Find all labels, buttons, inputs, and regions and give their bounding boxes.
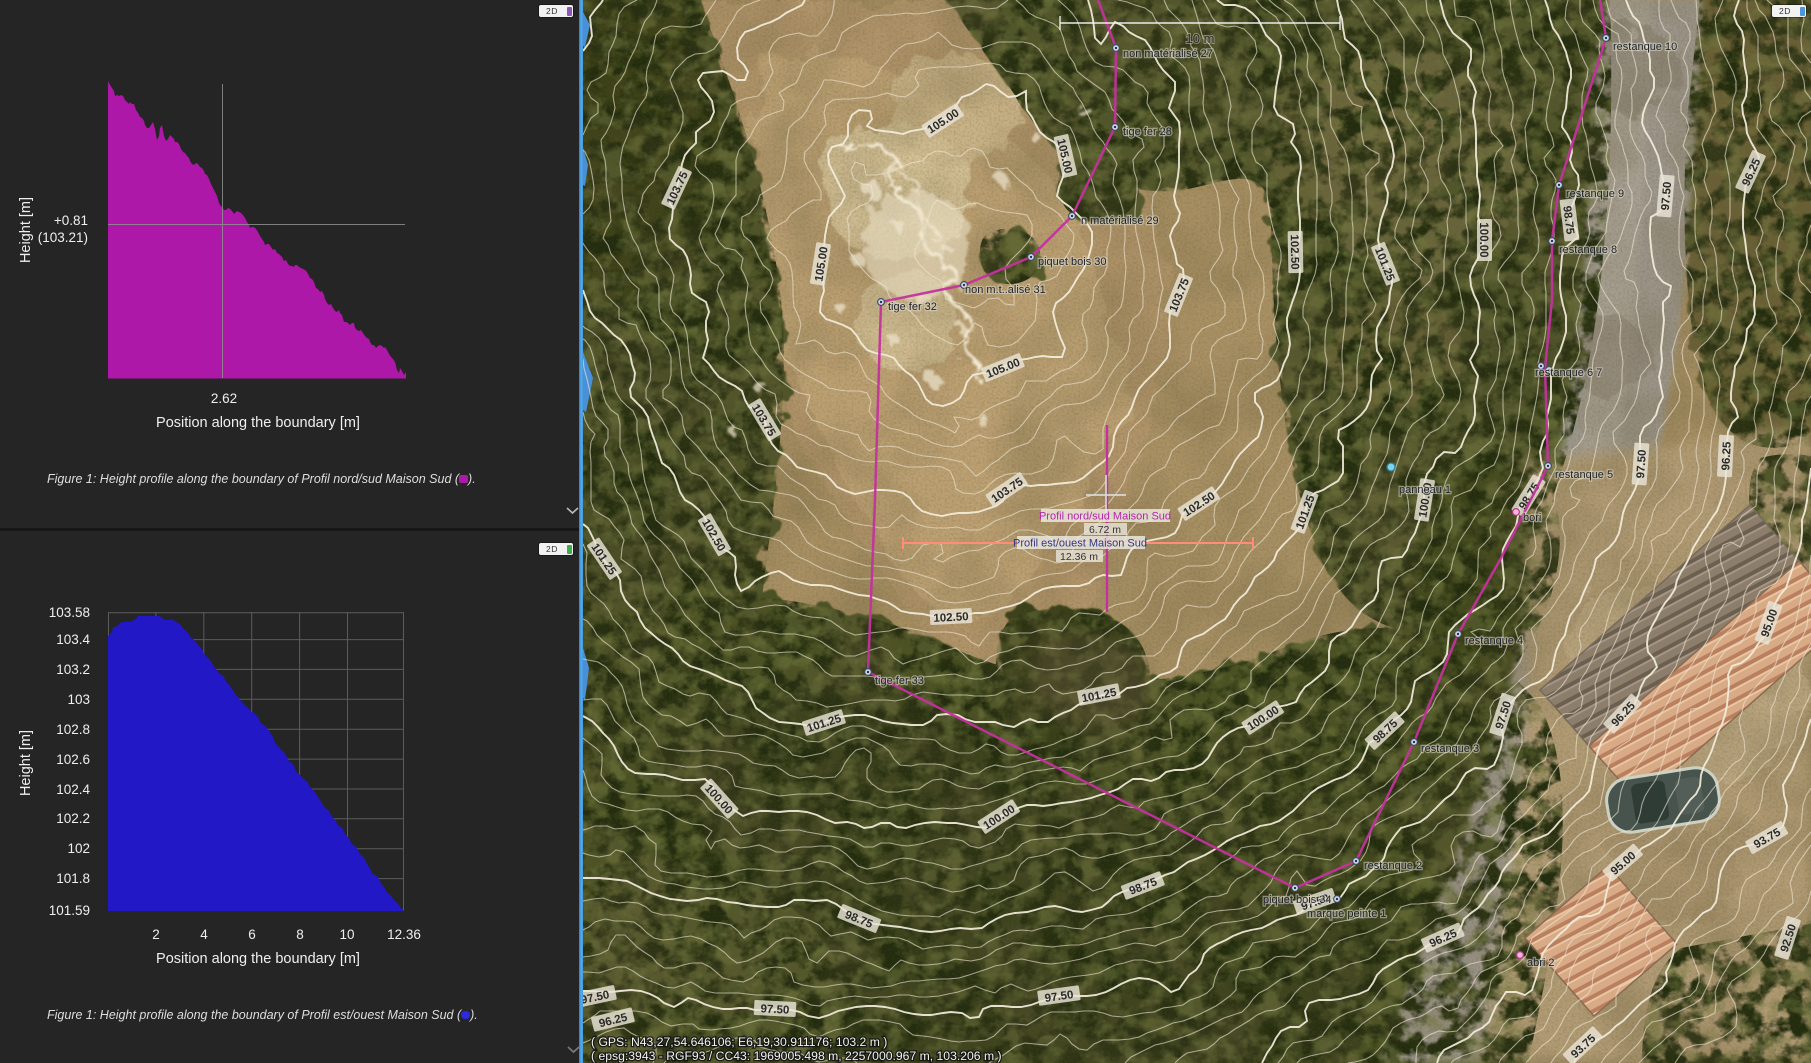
svg-text:piquet bois 34: piquet bois 34 <box>1263 894 1332 906</box>
svg-text:102.50: 102.50 <box>933 611 969 625</box>
svg-text:tige fer 33: tige fer 33 <box>875 675 924 687</box>
svg-text:( GPS: N43,27,54.646106; E6,19: ( GPS: N43,27,54.646106; E6,19,30.911176… <box>591 1035 887 1049</box>
svg-text:102.50: 102.50 <box>1288 234 1301 269</box>
svg-text:bori: bori <box>1523 512 1541 524</box>
svg-text:non matérialisé 27: non matérialisé 27 <box>1123 48 1213 60</box>
svg-text:abri 2: abri 2 <box>1527 957 1555 969</box>
svg-text:piquet bois 30: piquet bois 30 <box>1038 256 1107 268</box>
svg-text:10 m: 10 m <box>1186 31 1215 46</box>
svg-text:tige fer 32: tige fer 32 <box>888 301 937 313</box>
svg-text:100.00: 100.00 <box>1477 222 1489 257</box>
svg-text:Profil est/ouest Maison Sud: Profil est/ouest Maison Sud <box>1013 538 1147 550</box>
svg-text:restanque 8: restanque 8 <box>1559 244 1617 256</box>
svg-text:non m.t..alisé 31: non m.t..alisé 31 <box>965 284 1046 296</box>
svg-text:97.50: 97.50 <box>1660 181 1674 211</box>
svg-text:panneau 1: panneau 1 <box>1399 484 1451 496</box>
svg-text:restanque 9: restanque 9 <box>1566 188 1624 200</box>
svg-text:6.72 m: 6.72 m <box>1089 524 1121 536</box>
svg-text:restanque 5: restanque 5 <box>1555 469 1613 481</box>
svg-text:restanque 4: restanque 4 <box>1465 635 1523 647</box>
svg-text:12.36 m: 12.36 m <box>1060 551 1098 563</box>
svg-text:restanque 3: restanque 3 <box>1421 743 1479 755</box>
svg-text:Profil nord/sud Maison Sud: Profil nord/sud Maison Sud <box>1039 511 1171 523</box>
svg-text:restanque 10: restanque 10 <box>1613 41 1677 53</box>
svg-text:restanque 6 7: restanque 6 7 <box>1535 367 1602 379</box>
svg-text:marque peinte 1: marque peinte 1 <box>1307 908 1387 920</box>
svg-text:tige fer 28: tige fer 28 <box>1123 126 1172 138</box>
svg-text:96.25: 96.25 <box>1720 441 1734 471</box>
svg-text:97.50: 97.50 <box>760 1003 789 1016</box>
svg-text:restanque 2: restanque 2 <box>1364 860 1422 872</box>
svg-text:97.50: 97.50 <box>1635 449 1649 479</box>
svg-text:( epsg:3943 - RGF93 / CC43: 19: ( epsg:3943 - RGF93 / CC43: 1969005.498 … <box>591 1049 1002 1063</box>
svg-text:n matérialisé 29: n matérialisé 29 <box>1081 215 1159 227</box>
